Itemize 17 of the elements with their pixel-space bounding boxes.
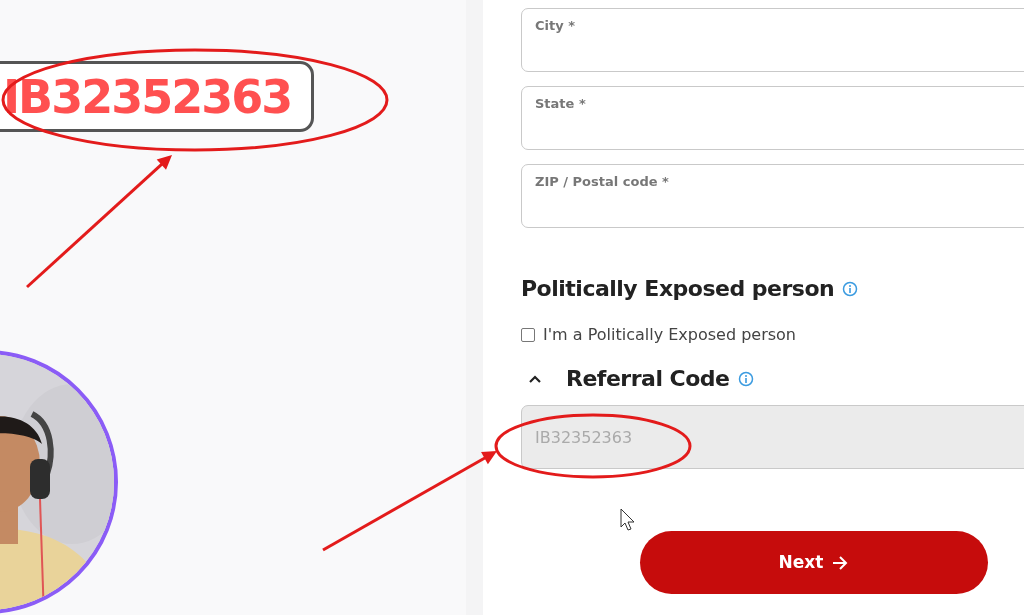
referral-code-label: IB32352363 bbox=[0, 61, 315, 132]
field-label: ZIP / Postal code * bbox=[535, 173, 669, 191]
checkbox[interactable] bbox=[521, 328, 535, 342]
next-button[interactable]: Next bbox=[640, 531, 988, 594]
text-field[interactable]: ZIP / Postal code * bbox=[521, 164, 1024, 228]
cursor-icon bbox=[620, 508, 635, 531]
section-heading: Politically Exposed person bbox=[521, 275, 835, 303]
arrow-right-icon bbox=[831, 554, 850, 571]
chevron-icon[interactable] bbox=[528, 374, 542, 384]
text-field[interactable]: State * bbox=[521, 86, 1024, 150]
text-field[interactable]: City * bbox=[521, 8, 1024, 72]
field-label: City * bbox=[535, 17, 575, 35]
section-heading: Referral Code bbox=[566, 365, 730, 393]
checkbox-label[interactable]: I'm a Politically Exposed person bbox=[543, 323, 796, 347]
info-icon[interactable] bbox=[842, 281, 859, 297]
field-label: State * bbox=[535, 95, 586, 113]
info-icon[interactable] bbox=[737, 371, 754, 387]
